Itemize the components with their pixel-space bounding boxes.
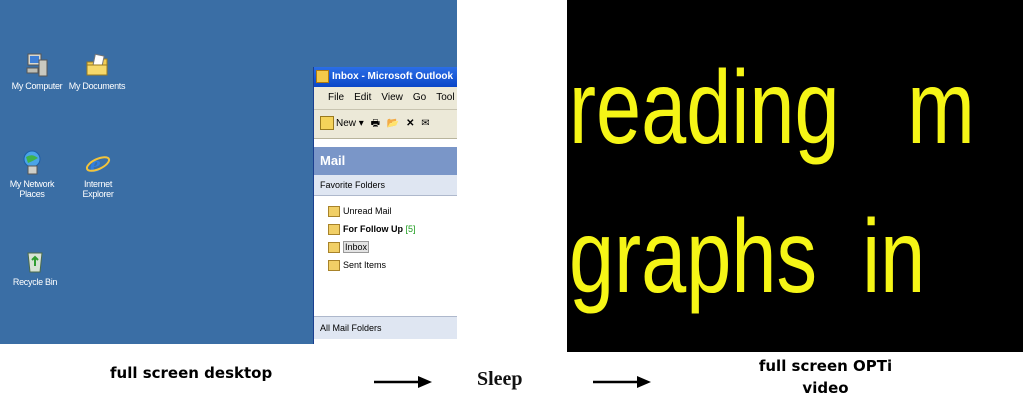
caption-full-screen-desktop: full screen desktop <box>110 364 273 382</box>
desktop-icon-recycle-bin[interactable]: Recycle Bin <box>0 248 70 287</box>
mail-pane-header: Mail <box>314 147 457 175</box>
folder-inbox[interactable]: Inbox <box>328 238 457 256</box>
caption-line: video <box>802 379 849 397</box>
menu-tools[interactable]: Tool <box>436 92 454 103</box>
folder-label: For Follow Up <box>343 224 403 234</box>
folder-for-follow-up[interactable]: For Follow Up [5] <box>328 220 457 238</box>
menu-view[interactable]: View <box>381 92 403 103</box>
new-button[interactable]: New ▾ <box>320 110 364 138</box>
caption-sleep: Sleep <box>477 368 523 390</box>
move-to-folder-icon[interactable]: 📂 <box>387 110 399 138</box>
caption-line: full screen OPTi <box>758 357 893 375</box>
menu-edit[interactable]: Edit <box>354 92 371 103</box>
menu-file[interactable]: File <box>328 92 344 103</box>
caption-full-screen-opti-video: full screen OPTi video <box>733 355 918 399</box>
arrow-right-icon <box>374 376 432 388</box>
computer-icon <box>24 52 50 78</box>
folder-unread-mail[interactable]: Unread Mail <box>328 202 457 220</box>
desktop-icon-my-network-places[interactable]: My Network Places <box>0 150 67 199</box>
folder-sent-items[interactable]: Sent Items <box>328 256 457 274</box>
menu-go[interactable]: Go <box>413 92 426 103</box>
video-text-line-2: graphs in <box>569 199 926 315</box>
outlook-menu-bar: File Edit View Go Tool <box>314 87 457 110</box>
print-icon[interactable]: 🖶 <box>371 110 380 138</box>
outlook-app-icon <box>316 69 329 83</box>
svg-text:e: e <box>90 152 101 176</box>
network-places-icon <box>19 150 45 176</box>
all-mail-folders-header[interactable]: All Mail Folders <box>314 316 457 339</box>
video-screenshot: reading m graphs in <box>567 0 1023 352</box>
recycle-bin-icon <box>22 248 48 274</box>
desktop-icon-label: My Network Places <box>9 179 55 199</box>
favorite-folders-header[interactable]: Favorite Folders <box>314 175 457 196</box>
desktop-icon-internet-explorer[interactable]: e Internet Explorer <box>63 150 133 199</box>
desktop-icon-my-documents[interactable]: My Documents <box>62 52 132 91</box>
folder-icon <box>328 224 340 236</box>
folder-label: Unread Mail <box>343 206 392 216</box>
folder-count: [5] <box>405 224 416 234</box>
folder-label: Sent Items <box>343 260 387 270</box>
outlook-title-bar[interactable]: Inbox - Microsoft Outlook <box>314 67 457 87</box>
desktop-screenshot: My Computer My Documents My Network Plac… <box>0 0 457 344</box>
arrow-right-icon <box>593 376 651 388</box>
folder-list: Unread Mail For Follow Up [5] Inbox Sent… <box>314 196 457 274</box>
outlook-toolbar: New ▾ 🖶 📂 ✕ ✉ <box>314 110 457 139</box>
desktop-icon-label: My Documents <box>68 81 126 91</box>
folder-label: Inbox <box>343 241 370 253</box>
outlook-window: Inbox - Microsoft Outlook File Edit View Go… <box>313 67 457 344</box>
window-title: Inbox - Microsoft Outlook <box>332 71 454 82</box>
reply-icon[interactable]: ✉ <box>421 110 429 138</box>
desktop-icon-label: Internet Explorer <box>82 179 114 199</box>
inbox-icon <box>328 242 340 254</box>
internet-explorer-icon: e <box>85 150 111 178</box>
video-text-line-1: reading m <box>569 50 975 166</box>
new-button-label: New <box>336 118 357 129</box>
documents-folder-icon <box>84 52 110 78</box>
folder-icon <box>328 260 340 272</box>
folder-icon <box>328 206 340 218</box>
delete-icon[interactable]: ✕ <box>406 110 414 138</box>
new-mail-icon <box>320 116 334 131</box>
desktop-icon-label: Recycle Bin <box>12 277 58 287</box>
